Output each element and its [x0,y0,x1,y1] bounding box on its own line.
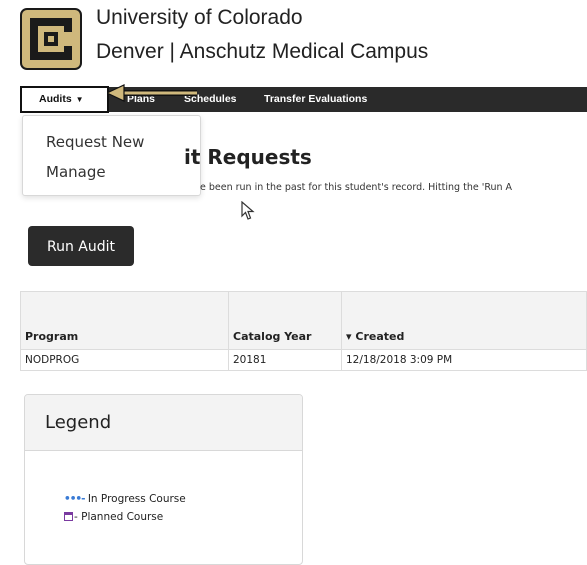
nav-audits-dropdown[interactable]: Audits ▼ [20,86,109,113]
nav-transfer-evaluations[interactable]: Transfer Evaluations [264,87,367,112]
legend-panel: Legend •••- In Progress Course - Planned… [24,394,303,565]
table-row[interactable]: NODPROG 20181 12/18/2018 3:09 PM [20,349,587,371]
calendar-icon [64,512,73,521]
legend-title: Legend [45,412,112,433]
menu-item-manage[interactable]: Manage [46,163,106,181]
column-header-catalog-year[interactable]: Catalog Year [228,291,342,350]
table-header-row: Program Catalog Year ▾ Created [20,291,587,350]
created-header-label: Created [355,330,405,343]
page-title: it Requests [184,145,312,169]
cu-logo [20,8,82,70]
legend-header: Legend [25,395,302,451]
audit-requests-table: Program Catalog Year ▾ Created NODPROG 2… [20,291,587,371]
audits-dropdown-menu: Request New Manage [22,115,201,196]
in-progress-label: In Progress Course [84,493,186,505]
column-header-program[interactable]: Program [20,291,229,350]
university-name-line1: University of Colorado [96,6,303,29]
mouse-cursor-icon [241,201,255,220]
nav-audits-label: Audits [39,93,72,105]
planned-label: - Planned Course [74,511,164,523]
legend-in-progress: •••- In Progress Course [64,493,186,505]
university-name-line2: Denver | Anschutz Medical Campus [96,40,429,63]
page-description: e been run in the past for this student'… [200,182,513,193]
run-audit-button[interactable]: Run Audit [28,226,134,266]
caret-down-icon: ▼ [75,95,84,104]
legend-planned: - Planned Course [64,511,163,523]
cell-created: 12/18/2018 3:09 PM [341,349,587,371]
cell-catalog-year: 20181 [228,349,342,371]
menu-item-request-new[interactable]: Request New [46,133,144,151]
in-progress-icon: •••- [64,493,85,505]
column-header-created[interactable]: ▾ Created [341,291,587,350]
arrow-annotation [107,84,197,102]
sort-desc-icon: ▾ [346,330,352,343]
cell-program: NODPROG [20,349,229,371]
